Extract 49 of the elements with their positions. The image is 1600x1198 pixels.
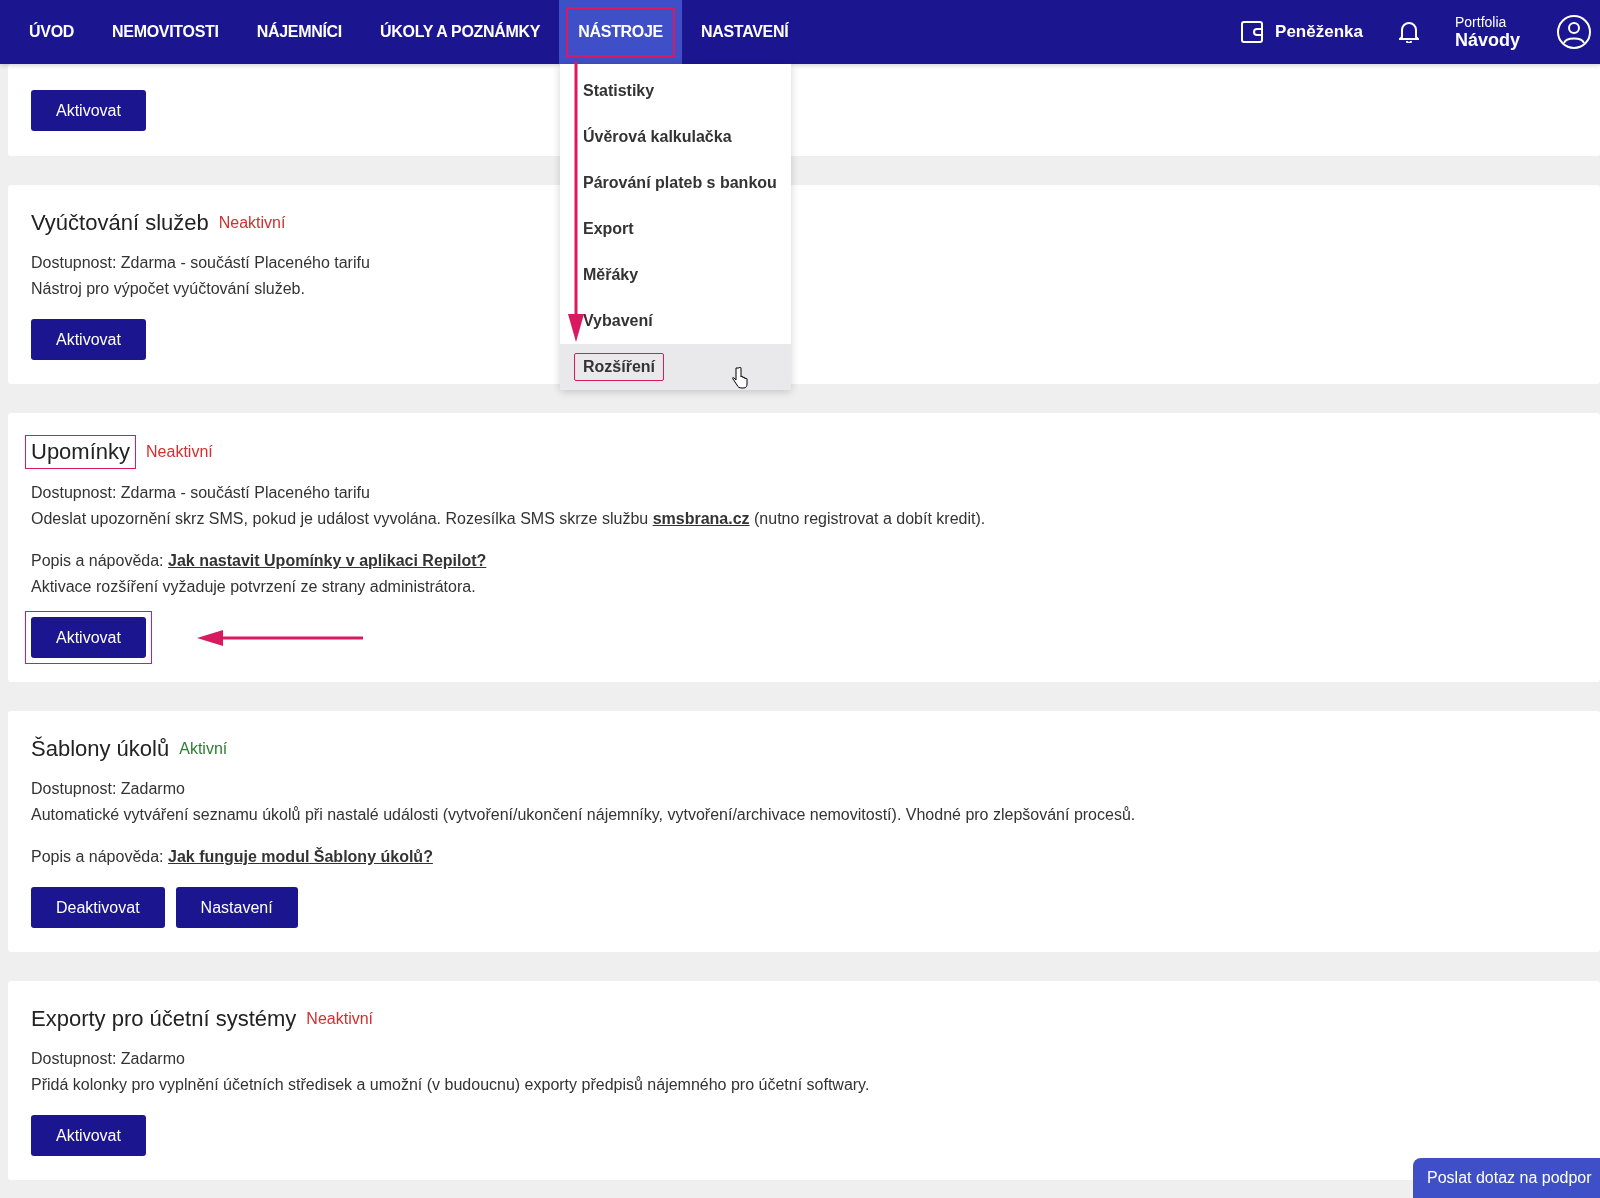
module-button[interactable]: Aktivovat (31, 319, 146, 360)
module-button[interactable]: Aktivovat (31, 1115, 146, 1156)
bell-icon[interactable] (1398, 21, 1419, 43)
nav-tab[interactable]: NASTAVENÍ (682, 0, 808, 64)
availability-text: Dostupnost: Zadarmo (31, 779, 185, 799)
nav-tab[interactable]: ÚVOD (10, 0, 94, 64)
help-link[interactable]: Jak nastavit Upomínky v aplikaci Repilot? (168, 552, 487, 569)
module-title: Upomínky (25, 435, 137, 469)
description-text: Přidá kolonky pro vyplnění účetních středisek a umožní (v budoucnu) exporty předpisů nájemného pro účetní softwary. (31, 1075, 870, 1095)
description-text: Odeslat upozornění skrz SMS, pokud je událost vyvolána. Rozesílka SMS skrze službu smsbrana.cz (nutno registrovat a dobít kredit). (31, 509, 986, 529)
nav-tab[interactable]: NEMOVITOSTI (93, 0, 238, 64)
module-button[interactable]: Aktivovat (31, 617, 146, 658)
module-button[interactable]: Aktivovat (31, 90, 146, 131)
status-label: Neaktivní (218, 214, 286, 232)
status-label: Aktivní (179, 740, 228, 758)
status-label: Neaktivní (146, 443, 213, 461)
menu-item[interactable]: Párování plateb s bankou (560, 160, 791, 206)
menu-item[interactable]: Měřáky (560, 252, 791, 298)
user-avatar-icon[interactable] (1556, 14, 1592, 50)
note-text: Aktivace rozšíření vyžaduje potvrzení ze strany administrátora. (31, 577, 476, 597)
support-button[interactable]: Poslat dotaz na podpor (1413, 1158, 1600, 1198)
wallet-icon (1241, 21, 1266, 43)
availability-text: Dostupnost: Zdarma - součástí Placeného tarifu (31, 253, 370, 273)
portfolio-name[interactable]: Návody (1454, 29, 1520, 51)
menu-item[interactable]: Export (560, 206, 791, 252)
wallet-link[interactable]: Peněženka (1241, 21, 1363, 43)
nav-tab[interactable]: ÚKOLY A POZNÁMKY (361, 0, 560, 64)
nav-tab[interactable]: NÁSTROJE (559, 0, 682, 64)
menu-item[interactable]: Vybavení (560, 298, 791, 344)
menu-item[interactable]: Rozšíření (560, 344, 791, 390)
description-text: Automatické vytváření seznamu úkolů při nastalé události (vytvoření/ukončení nájemníky, vytvoření/archivace nemovitostí). Vhodné pro zlepšování procesů. (31, 805, 1136, 825)
status-label: Neaktivní (306, 1010, 374, 1028)
help-link[interactable]: Jak funguje modul Šablony úkolů? (168, 848, 433, 865)
help-text: Popis a nápověda: Jak nastavit Upomínky v aplikaci Repilot? (31, 551, 487, 571)
module-title: Vyúčtování služeb (31, 209, 209, 237)
nav-tab[interactable]: NÁJEMNÍCI (237, 0, 361, 64)
module-button[interactable]: Nastavení (175, 887, 298, 928)
module-button[interactable]: Deaktivovat (31, 887, 165, 928)
module-title: Exporty pro účetní systémy (31, 1005, 297, 1033)
service-link[interactable]: smsbrana.cz (652, 510, 750, 527)
description-text: Nástroj pro výpočet vyúčtování služeb. (31, 279, 305, 299)
help-text: Popis a nápověda: Jak funguje modul Šablony úkolů? (31, 847, 433, 867)
module-title: Šablony úkolů (31, 735, 170, 763)
menu-item[interactable]: Úvěrová kalkulačka (560, 114, 791, 160)
cursor-icon (732, 367, 748, 389)
menu-item[interactable]: Statistiky (560, 68, 791, 114)
availability-text: Dostupnost: Zdarma - součástí Placeného tarifu (31, 483, 370, 503)
portfolio-label: Portfolia (1454, 13, 1508, 30)
availability-text: Dostupnost: Zadarmo (31, 1049, 185, 1069)
